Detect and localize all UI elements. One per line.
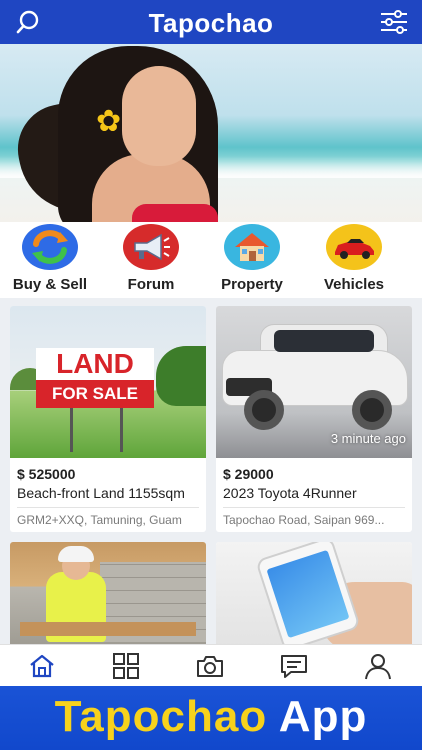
category-label: Buy & Sell [12,276,88,293]
category-row: Buy & Sell Forum Property Vehicles [0,222,422,298]
camera-icon [197,656,223,677]
category-label: Vehicles [323,276,385,293]
sliders-icon [381,10,407,34]
listing-card[interactable]: LAND FOR SALE $ 525000 Beach-front Land … [10,306,206,532]
app-logo: Tapochao [148,8,274,38]
listing-price: $ 525000 [17,466,76,482]
promo-title: Tapochao App [0,692,422,742]
tab-profile[interactable] [358,649,398,683]
listing-image: LAND FOR SALE [10,306,206,458]
listing-card[interactable] [216,542,412,644]
user-icon [365,654,391,680]
promo-word-1: Tapochao [54,692,268,741]
tab-messages[interactable] [274,649,314,683]
listing-image [216,542,412,644]
promo-word-2: App [278,692,368,741]
listing-title: 2023 Toyota 4Runner [223,485,357,501]
grid-icon [113,653,139,679]
tab-categories[interactable] [106,649,146,683]
listing-grid: LAND FOR SALE $ 525000 Beach-front Land … [0,298,422,644]
posted-time: 3 minute ago [330,431,406,446]
hero-banner[interactable]: ✿ [0,44,422,222]
top-bar: Tapochao [0,0,422,44]
listing-location: Tapochao Road, Saipan 969... [223,513,385,527]
category-property[interactable]: Property [202,224,302,293]
listing-image: 3 minute ago [216,306,412,458]
hero-face [122,66,196,166]
bottom-tab-bar [0,644,422,686]
listing-card[interactable]: 3 minute ago $ 29000 2023 Toyota 4Runner… [216,306,412,532]
listing-title: Beach-front Land 1155sqm [17,485,185,501]
promo-footer: Tapochao App [0,686,422,750]
tab-post[interactable] [190,649,230,683]
sign-text-for-sale: FOR SALE [36,380,154,408]
category-buy-sell[interactable]: Buy & Sell [0,224,100,293]
listing-image [10,542,206,644]
land-for-sale-sign: LAND FOR SALE [36,348,154,408]
category-forum[interactable]: Forum [101,224,201,293]
listing-price: $ 29000 [223,466,274,482]
hero-red-top [132,204,218,222]
flower-icon: ✿ [96,105,122,138]
card-divider [17,507,199,508]
sign-text-land: LAND [36,348,154,380]
megaphone-icon [123,224,179,270]
category-label: Forum [127,276,175,293]
category-vehicles[interactable]: Vehicles [304,224,404,293]
tab-home[interactable] [22,649,62,683]
house-icon [224,224,280,270]
filter-button[interactable] [378,6,410,38]
home-icon [30,654,54,678]
chat-icon [281,655,307,678]
car-icon [326,224,382,270]
category-label: Property [221,276,283,293]
exchange-arrows-icon [22,224,78,270]
card-divider [223,507,405,508]
listing-location: GRM2+XXQ, Tamuning, Guam [17,513,182,527]
listing-card[interactable] [10,542,206,644]
